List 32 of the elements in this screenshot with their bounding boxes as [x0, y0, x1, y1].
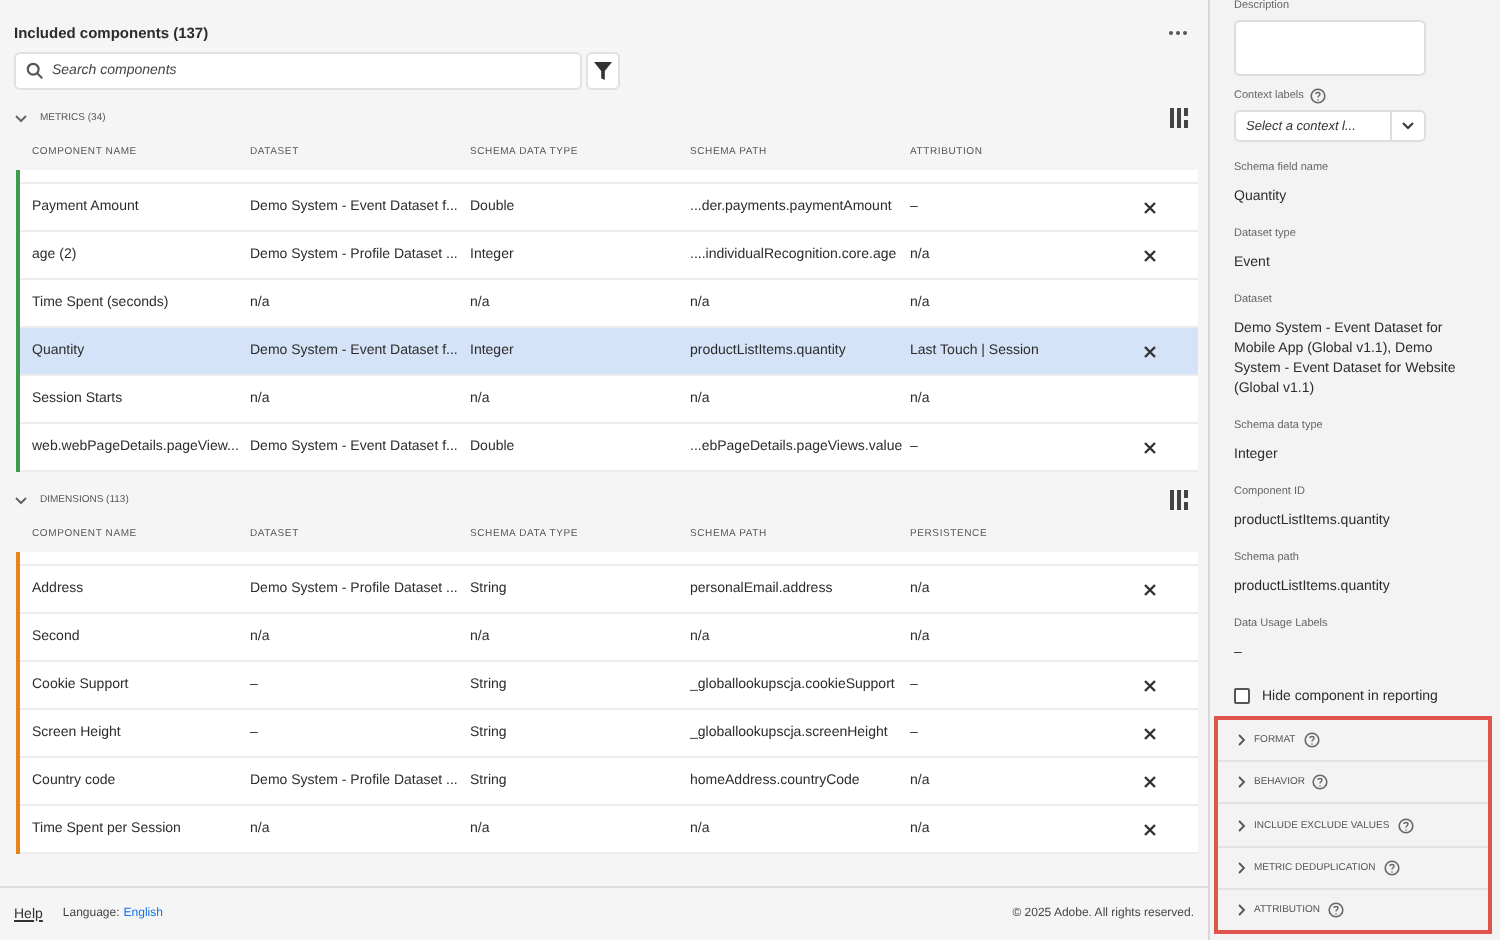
help-icon[interactable] — [1397, 817, 1414, 833]
columns-icon[interactable] — [1170, 108, 1188, 128]
close-icon[interactable] — [1144, 201, 1156, 213]
chevron-icon[interactable] — [14, 495, 28, 505]
filter-button[interactable] — [586, 52, 620, 90]
search-icon — [26, 62, 44, 80]
help-icon[interactable] — [1312, 774, 1329, 791]
more-icon[interactable] — [1168, 29, 1188, 35]
close-icon[interactable] — [1144, 727, 1156, 739]
chevron-icon[interactable] — [1238, 861, 1246, 874]
description-field[interactable] — [1234, 20, 1426, 76]
filter-icon — [594, 62, 612, 80]
close-icon[interactable] — [1144, 679, 1156, 691]
close-icon[interactable] — [1144, 249, 1156, 261]
close-icon[interactable] — [1144, 441, 1156, 453]
help-icon[interactable] — [1327, 901, 1344, 918]
chevron-icon[interactable] — [1238, 734, 1246, 747]
close-icon[interactable] — [1144, 583, 1156, 595]
dropdown-button[interactable] — [1390, 110, 1426, 142]
close-icon[interactable] — [1144, 775, 1156, 787]
help-icon[interactable] — [1309, 88, 1326, 104]
help-icon[interactable] — [1303, 732, 1320, 749]
chevron-icon — [1402, 122, 1414, 130]
chevron-icon[interactable] — [14, 113, 28, 123]
chevron-icon[interactable] — [1238, 776, 1246, 789]
chevron-icon[interactable] — [1238, 819, 1246, 831]
help-icon[interactable] — [1383, 859, 1400, 876]
checkbox[interactable] — [1234, 688, 1250, 704]
close-icon[interactable] — [1144, 345, 1156, 357]
close-icon[interactable] — [1144, 823, 1156, 835]
chevron-icon[interactable] — [1238, 903, 1246, 916]
columns-icon[interactable] — [1170, 490, 1188, 510]
